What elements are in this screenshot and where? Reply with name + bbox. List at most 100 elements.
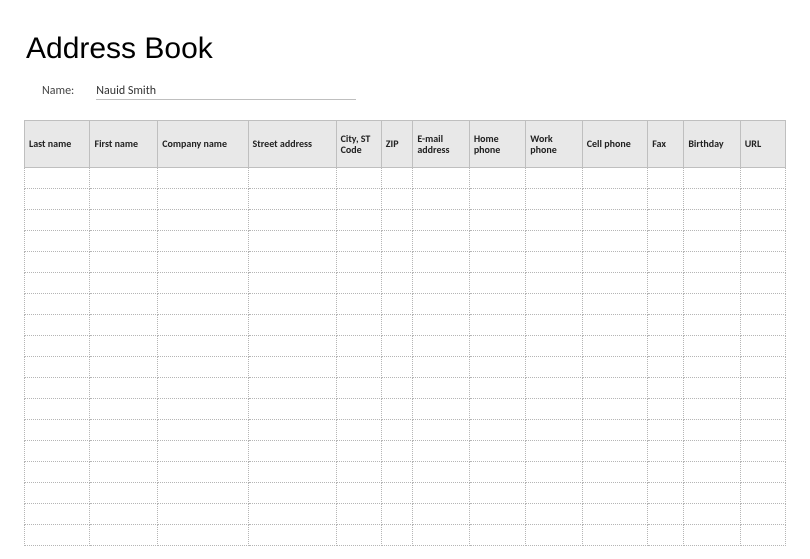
cell[interactable]: [740, 294, 785, 315]
cell[interactable]: [582, 231, 647, 252]
cell[interactable]: [526, 525, 582, 546]
cell[interactable]: [526, 189, 582, 210]
cell[interactable]: [381, 273, 413, 294]
cell[interactable]: [25, 294, 90, 315]
cell[interactable]: [381, 441, 413, 462]
cell[interactable]: [582, 315, 647, 336]
cell[interactable]: [381, 252, 413, 273]
cell[interactable]: [526, 441, 582, 462]
cell[interactable]: [336, 315, 381, 336]
cell[interactable]: [648, 420, 684, 441]
cell[interactable]: [336, 420, 381, 441]
cell[interactable]: [336, 273, 381, 294]
cell[interactable]: [469, 252, 525, 273]
cell[interactable]: [648, 315, 684, 336]
cell[interactable]: [248, 294, 336, 315]
cell[interactable]: [740, 525, 785, 546]
cell[interactable]: [582, 462, 647, 483]
cell[interactable]: [648, 336, 684, 357]
cell[interactable]: [684, 315, 740, 336]
cell[interactable]: [740, 336, 785, 357]
cell[interactable]: [413, 231, 469, 252]
cell[interactable]: [336, 504, 381, 525]
cell[interactable]: [469, 315, 525, 336]
cell[interactable]: [582, 210, 647, 231]
cell[interactable]: [381, 189, 413, 210]
cell[interactable]: [25, 483, 90, 504]
cell[interactable]: [469, 189, 525, 210]
cell[interactable]: [248, 525, 336, 546]
cell[interactable]: [648, 189, 684, 210]
cell[interactable]: [158, 231, 248, 252]
cell[interactable]: [158, 189, 248, 210]
cell[interactable]: [740, 378, 785, 399]
cell[interactable]: [158, 420, 248, 441]
cell[interactable]: [413, 378, 469, 399]
cell[interactable]: [248, 399, 336, 420]
cell[interactable]: [158, 252, 248, 273]
cell[interactable]: [469, 231, 525, 252]
cell[interactable]: [381, 315, 413, 336]
cell[interactable]: [336, 231, 381, 252]
cell[interactable]: [740, 210, 785, 231]
cell[interactable]: [526, 399, 582, 420]
cell[interactable]: [336, 252, 381, 273]
cell[interactable]: [413, 294, 469, 315]
cell[interactable]: [740, 441, 785, 462]
cell[interactable]: [90, 168, 158, 189]
cell[interactable]: [740, 483, 785, 504]
cell[interactable]: [469, 378, 525, 399]
cell[interactable]: [381, 231, 413, 252]
cell[interactable]: [526, 483, 582, 504]
cell[interactable]: [684, 273, 740, 294]
cell[interactable]: [158, 462, 248, 483]
cell[interactable]: [684, 483, 740, 504]
cell[interactable]: [413, 168, 469, 189]
cell[interactable]: [684, 525, 740, 546]
cell[interactable]: [90, 504, 158, 525]
cell[interactable]: [526, 252, 582, 273]
cell[interactable]: [25, 168, 90, 189]
cell[interactable]: [582, 420, 647, 441]
cell[interactable]: [413, 483, 469, 504]
cell[interactable]: [582, 252, 647, 273]
cell[interactable]: [413, 399, 469, 420]
cell[interactable]: [413, 441, 469, 462]
cell[interactable]: [413, 525, 469, 546]
cell[interactable]: [526, 273, 582, 294]
cell[interactable]: [413, 462, 469, 483]
cell[interactable]: [526, 378, 582, 399]
cell[interactable]: [740, 357, 785, 378]
cell[interactable]: [158, 441, 248, 462]
cell[interactable]: [90, 441, 158, 462]
cell[interactable]: [336, 462, 381, 483]
cell[interactable]: [648, 462, 684, 483]
cell[interactable]: [526, 504, 582, 525]
cell[interactable]: [90, 399, 158, 420]
cell[interactable]: [381, 525, 413, 546]
cell[interactable]: [684, 210, 740, 231]
cell[interactable]: [684, 504, 740, 525]
cell[interactable]: [90, 189, 158, 210]
cell[interactable]: [582, 168, 647, 189]
cell[interactable]: [158, 210, 248, 231]
cell[interactable]: [25, 315, 90, 336]
name-value[interactable]: Nauid Smith: [96, 84, 356, 100]
cell[interactable]: [248, 273, 336, 294]
cell[interactable]: [469, 336, 525, 357]
cell[interactable]: [648, 399, 684, 420]
cell[interactable]: [336, 357, 381, 378]
cell[interactable]: [25, 273, 90, 294]
cell[interactable]: [740, 168, 785, 189]
cell[interactable]: [248, 189, 336, 210]
cell[interactable]: [25, 189, 90, 210]
cell[interactable]: [413, 315, 469, 336]
cell[interactable]: [740, 231, 785, 252]
cell[interactable]: [469, 294, 525, 315]
cell[interactable]: [526, 420, 582, 441]
cell[interactable]: [469, 441, 525, 462]
cell[interactable]: [582, 294, 647, 315]
cell[interactable]: [413, 420, 469, 441]
cell[interactable]: [740, 504, 785, 525]
cell[interactable]: [90, 357, 158, 378]
